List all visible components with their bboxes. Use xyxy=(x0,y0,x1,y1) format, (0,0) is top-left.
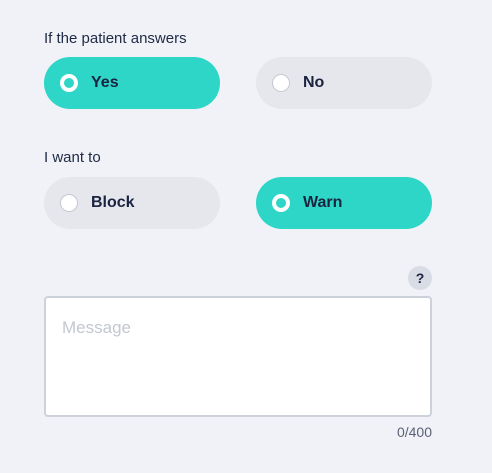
answer-condition-label: If the patient answers xyxy=(44,30,187,47)
radio-checked-icon xyxy=(60,74,78,92)
answer-option-no[interactable]: No xyxy=(256,57,432,109)
radio-checked-icon xyxy=(272,194,290,212)
radio-unchecked-icon xyxy=(272,74,290,92)
message-input[interactable] xyxy=(44,296,432,417)
action-label: I want to xyxy=(44,149,101,166)
radio-unchecked-icon xyxy=(60,194,78,212)
answer-option-yes[interactable]: Yes xyxy=(44,57,220,109)
action-option-warn-label: Warn xyxy=(303,194,343,211)
action-option-block[interactable]: Block xyxy=(44,177,220,229)
answer-option-no-label: No xyxy=(303,74,325,91)
help-icon[interactable]: ? xyxy=(408,266,432,290)
action-option-block-label: Block xyxy=(91,194,135,211)
action-option-warn[interactable]: Warn xyxy=(256,177,432,229)
answer-option-yes-label: Yes xyxy=(91,74,119,91)
character-counter: 0/400 xyxy=(396,424,432,440)
